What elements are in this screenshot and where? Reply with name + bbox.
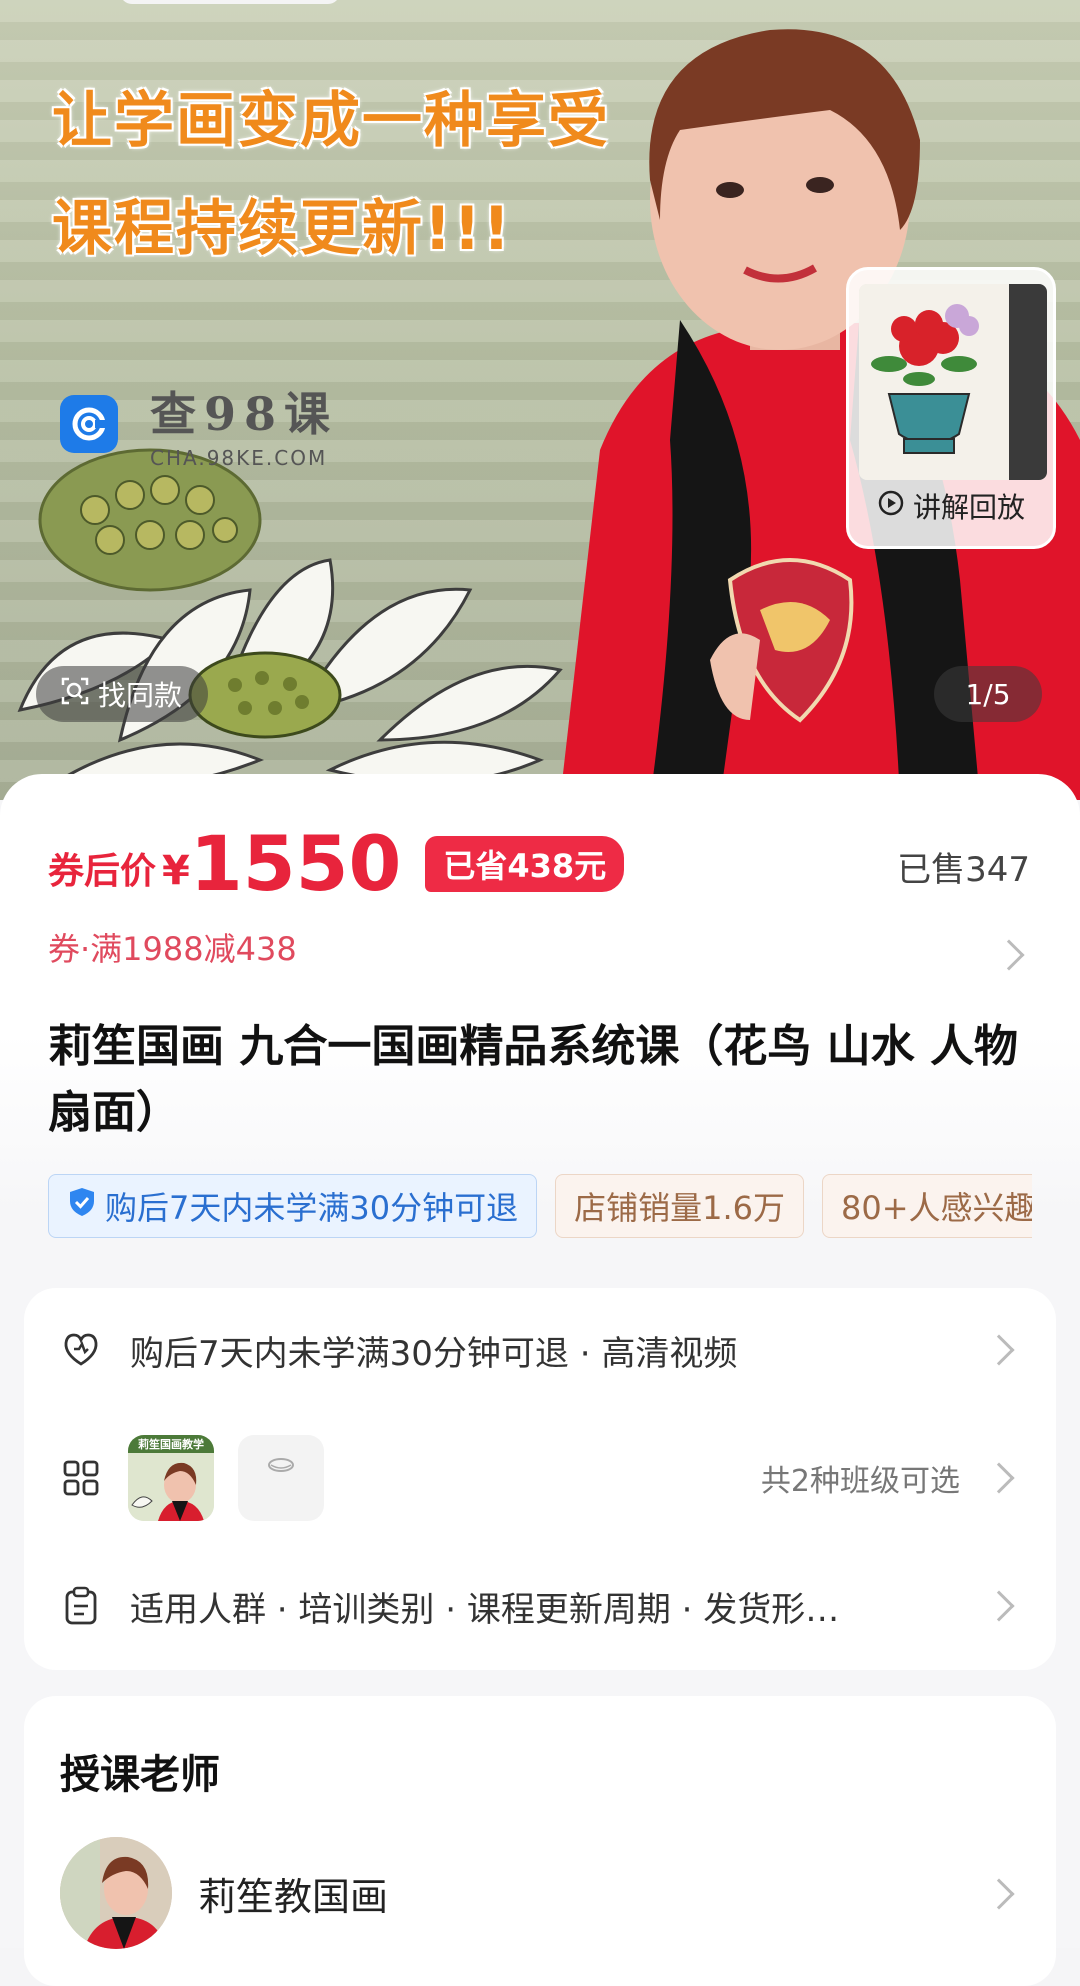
replay-thumbnail [859,284,1047,480]
class-option-thumbnail-2[interactable] [238,1435,324,1521]
teacher-name: 莉笙教国画 [198,1874,389,1919]
watermark-logo-icon [60,395,118,453]
find-same-button[interactable]: 找同款 [36,666,209,722]
sold-count: 已售347 [897,850,1030,890]
image-search-icon [60,676,90,713]
explain-replay-card[interactable]: 讲解回放 [846,267,1056,549]
carousel-page-indicator: 1/5 [934,666,1042,722]
teacher-row[interactable]: 莉笙教国画 [60,1837,1020,1949]
play-circle-icon [877,489,905,524]
params-row-text: 适用人群 · 培训类别 · 课程更新周期 · 发货形… [130,1589,840,1630]
product-image-carousel[interactable]: 让学画变成一种享受 课程持续更新!!! 查98课 CHA.98KE.COM 讲解… [0,0,1080,800]
class-select-row[interactable]: 莉笙国画教学 共2种班级可选 [24,1428,1056,1528]
teacher-section-title: 授课老师 [60,1752,220,1798]
refund-guarantee-label: 购后7天内未学满30分钟可退 [105,1189,519,1227]
slogan-line-2: 课程持续更新!!! [52,194,513,264]
shield-check-icon [67,1186,97,1226]
price-prefix: 券后价 [48,851,157,892]
chevron-right-icon [983,1462,1015,1494]
grid-icon [60,1457,102,1499]
service-info-card: 购后7天内未学满30分钟可退 · 高清视频 莉笙国画教学 共2种班级可选 适用人… [24,1288,1056,1670]
price-currency: ¥ [162,848,190,894]
chevron-right-icon [983,1590,1015,1622]
refund-guarantee-tag[interactable]: 购后7天内未学满30分钟可退 [48,1174,538,1238]
svg-text:莉笙国画教学: 莉笙国画教学 [138,1437,204,1451]
find-same-label: 找同款 [98,679,183,712]
product-tags: 购后7天内未学满30分钟可退 店铺销量1.6万 80+人感兴趣 [48,1174,1032,1240]
teacher-card: 授课老师 莉笙教国画 [24,1696,1056,1986]
coupon-info[interactable]: 券·满1988减438 [48,924,297,970]
service-row[interactable]: 购后7天内未学满30分钟可退 · 高清视频 [24,1300,1056,1400]
watermark-title: 查98课 [150,387,339,441]
params-row[interactable]: 适用人群 · 培训类别 · 课程更新周期 · 发货形… [24,1556,1056,1656]
interest-count-tag: 80+人感兴趣 [822,1174,1032,1238]
chevron-right-icon[interactable] [993,939,1025,971]
site-watermark: 查98课 CHA.98KE.COM [60,378,338,470]
saved-amount-badge: 已省438元 [425,836,625,892]
watermark-url: CHA.98KE.COM [150,446,328,470]
replay-label-text: 讲解回放 [912,491,1025,524]
teacher-avatar[interactable] [60,1837,172,1949]
price-value: 1550 [189,819,402,908]
service-row-text: 购后7天内未学满30分钟可退 · 高清视频 [130,1333,738,1374]
slogan-line-1: 让学画变成一种享受 [52,86,610,156]
shop-sales-tag: 店铺销量1.6万 [555,1174,804,1238]
lotus-painting-image [17,448,563,789]
chevron-right-icon [983,1334,1015,1366]
product-title: 莉笙国画 九合一国画精品系统课（花鸟 山水 人物 扇面） [48,1021,1018,1138]
heart-shield-icon [60,1329,102,1371]
top-overlay-pill [120,0,340,4]
price-row: 券后价 ¥ 1550 已省438元 [48,819,625,908]
class-count-text: 共2种班级可选 [760,1464,960,1499]
class-option-thumbnail-1[interactable]: 莉笙国画教学 [128,1435,214,1521]
clipboard-icon [60,1585,102,1627]
chevron-right-icon [983,1878,1015,1910]
replay-label: 讲解回放 [849,486,1053,526]
